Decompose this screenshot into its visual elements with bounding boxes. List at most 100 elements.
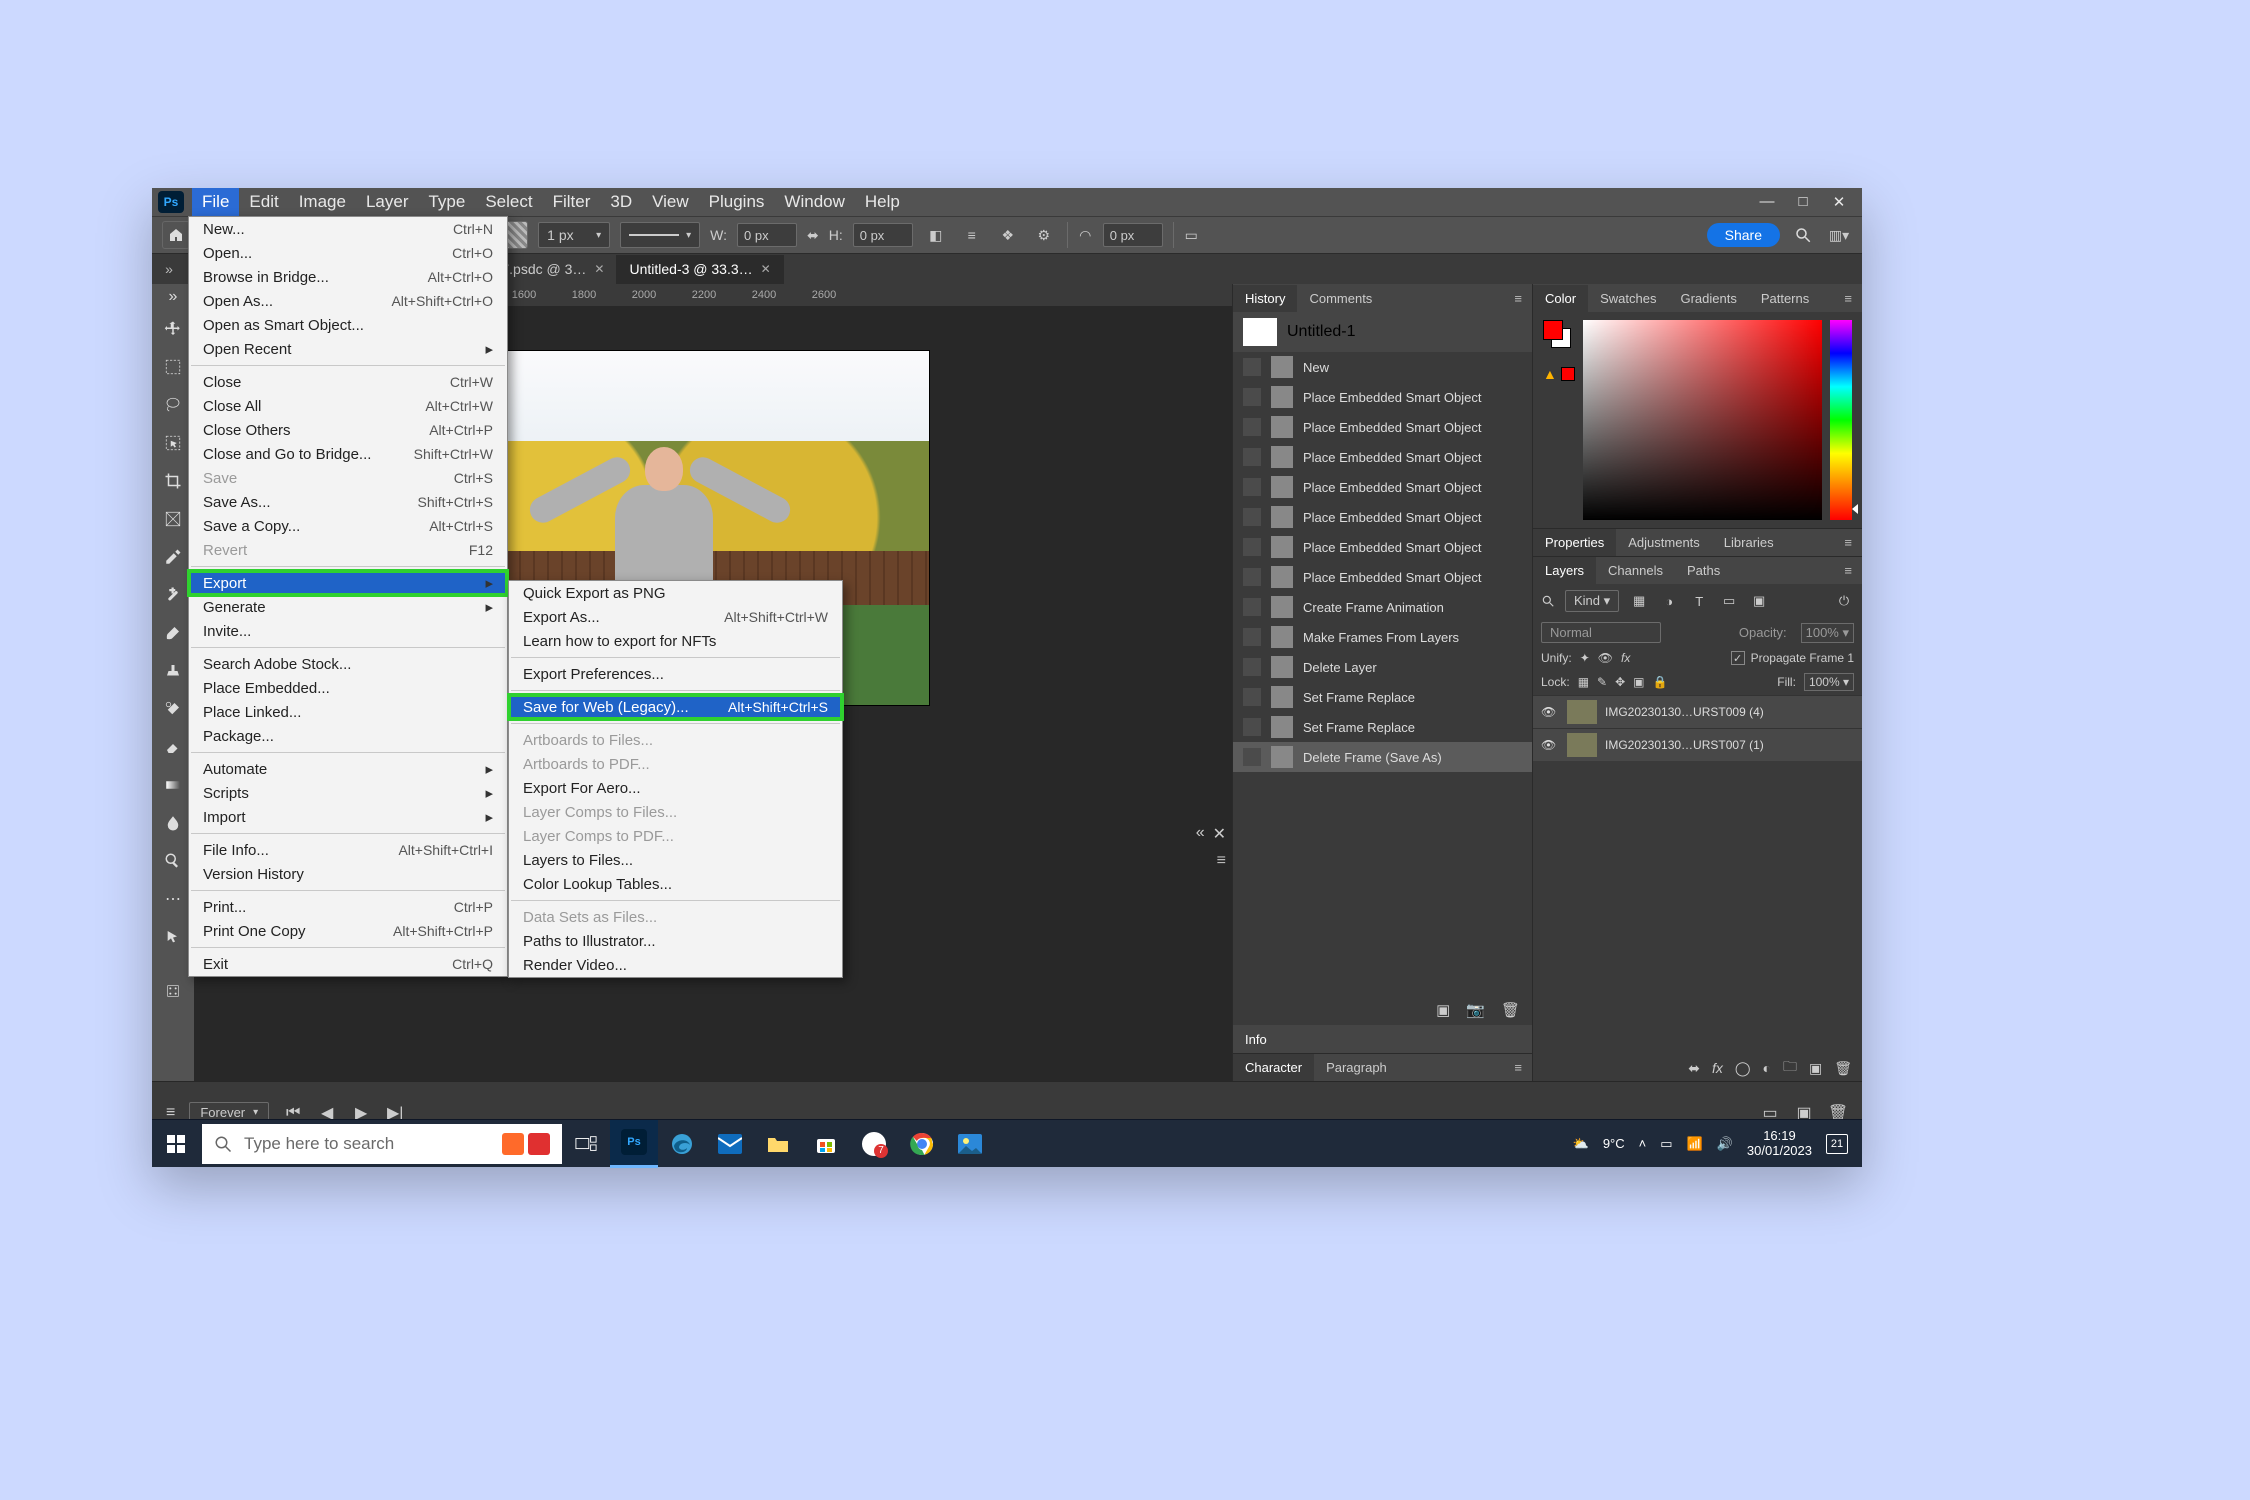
menu-item[interactable]: ExitCtrl+Q xyxy=(189,952,507,976)
battery-icon[interactable]: ▭ xyxy=(1660,1136,1672,1152)
menu-layer[interactable]: Layer xyxy=(356,188,419,216)
menu-item[interactable]: Generate▸ xyxy=(189,595,507,619)
menu-item[interactable]: Print...Ctrl+P xyxy=(189,895,507,919)
tab-character[interactable]: Character xyxy=(1233,1054,1314,1081)
filter-smart-icon[interactable]: ▣ xyxy=(1749,591,1769,611)
menu-item[interactable]: Version History xyxy=(189,862,507,886)
edit-toolbar-icon[interactable] xyxy=(158,976,188,1006)
menu-item[interactable]: Quick Export as PNG xyxy=(509,581,842,605)
move-tool-icon[interactable] xyxy=(158,314,188,344)
menu-item[interactable]: Save a Copy...Alt+Ctrl+S xyxy=(189,514,507,538)
history-step[interactable]: New xyxy=(1233,352,1532,382)
minimize-icon[interactable]: — xyxy=(1758,193,1776,211)
workspace-switcher-icon[interactable]: ▥▾ xyxy=(1826,222,1852,248)
menu-3d[interactable]: 3D xyxy=(600,188,642,216)
hue-slider[interactable] xyxy=(1830,320,1852,520)
expand-docktabs-icon[interactable]: » xyxy=(152,261,186,277)
share-button[interactable]: Share xyxy=(1707,223,1780,247)
unify-style-icon[interactable]: fx xyxy=(1621,651,1630,665)
panel-menu-icon[interactable]: ≡ xyxy=(1217,852,1226,870)
menu-window[interactable]: Window xyxy=(774,188,854,216)
align-edges-icon[interactable]: ▭ xyxy=(1173,222,1199,248)
lock-brush-icon[interactable]: ✎ xyxy=(1597,675,1607,689)
dodge-tool-icon[interactable] xyxy=(158,846,188,876)
tab-paragraph[interactable]: Paragraph xyxy=(1314,1054,1399,1081)
clone-stamp-tool-icon[interactable] xyxy=(158,656,188,686)
volume-icon[interactable]: 🔊 xyxy=(1717,1136,1733,1152)
tab-adjustments[interactable]: Adjustments xyxy=(1616,529,1712,556)
taskbar-photoshop[interactable]: Ps xyxy=(610,1120,658,1168)
taskbar-photos[interactable] xyxy=(946,1120,994,1168)
tab-properties[interactable]: Properties xyxy=(1533,529,1616,556)
menu-item[interactable]: Save As...Shift+Ctrl+S xyxy=(189,490,507,514)
eraser-tool-icon[interactable] xyxy=(158,732,188,762)
filter-toggle-icon[interactable]: ⏻ xyxy=(1834,591,1854,611)
menu-file[interactable]: File xyxy=(192,188,239,216)
menu-item[interactable]: Export As...Alt+Shift+Ctrl+W xyxy=(509,605,842,629)
weather-icon[interactable]: ⛅ xyxy=(1573,1136,1589,1152)
search-icon[interactable] xyxy=(1790,222,1816,248)
history-step[interactable]: Create Frame Animation xyxy=(1233,592,1532,622)
menu-item[interactable]: Export▸ xyxy=(189,571,507,595)
layer-row[interactable]: 👁IMG20230130…URST007 (1) xyxy=(1533,728,1862,761)
close-tab-icon[interactable]: ✕ xyxy=(761,262,771,276)
menu-item[interactable]: New...Ctrl+N xyxy=(189,217,507,241)
menu-item[interactable]: Print One CopyAlt+Shift+Ctrl+P xyxy=(189,919,507,943)
menu-item[interactable]: Paths to Illustrator... xyxy=(509,929,842,953)
delete-layer-icon[interactable]: 🗑 xyxy=(1834,1060,1852,1077)
tab-channels[interactable]: Channels xyxy=(1596,557,1675,584)
link-layers-icon[interactable]: ⬌ xyxy=(1688,1060,1700,1077)
menu-item[interactable]: CloseCtrl+W xyxy=(189,370,507,394)
arrange-icon[interactable]: ❖ xyxy=(995,222,1021,248)
history-step[interactable]: Delete Frame (Save As) xyxy=(1233,742,1532,772)
menu-item[interactable]: Browse in Bridge...Alt+Ctrl+O xyxy=(189,265,507,289)
history-step[interactable]: Set Frame Replace xyxy=(1233,712,1532,742)
history-step[interactable]: Delete Layer xyxy=(1233,652,1532,682)
history-step[interactable]: Place Embedded Smart Object xyxy=(1233,472,1532,502)
radius-field[interactable] xyxy=(1103,223,1163,247)
more-tools-icon[interactable]: ⋯ xyxy=(158,884,188,914)
link-wh-icon[interactable]: ⬌ xyxy=(807,227,819,244)
menu-item[interactable]: Layers to Files... xyxy=(509,848,842,872)
taskbar-chrome[interactable] xyxy=(898,1120,946,1168)
frame-tool-icon[interactable] xyxy=(158,504,188,534)
filter-adjust-icon[interactable]: ◑ xyxy=(1659,591,1679,611)
propagate-checkbox[interactable]: ✓ Propagate Frame 1 xyxy=(1731,651,1854,665)
taskbar-explorer[interactable] xyxy=(754,1120,802,1168)
unify-visibility-icon[interactable]: 👁 xyxy=(1598,651,1613,665)
menu-item[interactable]: Search Adobe Stock... xyxy=(189,652,507,676)
tab-layers[interactable]: Layers xyxy=(1533,557,1596,584)
menu-item[interactable]: Scripts▸ xyxy=(189,781,507,805)
tab-color[interactable]: Color xyxy=(1533,285,1588,312)
menu-select[interactable]: Select xyxy=(475,188,542,216)
unify-position-icon[interactable]: ✦ xyxy=(1580,651,1590,665)
new-layer-icon[interactable]: ▣ xyxy=(1809,1060,1822,1077)
wifi-icon[interactable]: 📶 xyxy=(1687,1136,1703,1152)
tab-paths[interactable]: Paths xyxy=(1675,557,1732,584)
gear-icon[interactable]: ⚙ xyxy=(1031,222,1057,248)
history-step[interactable]: Place Embedded Smart Object xyxy=(1233,562,1532,592)
panel-menu-icon[interactable]: ≡ xyxy=(1504,291,1532,306)
maximize-icon[interactable]: □ xyxy=(1794,193,1812,211)
visibility-icon[interactable]: 👁 xyxy=(1541,738,1559,752)
history-step[interactable]: Place Embedded Smart Object xyxy=(1233,412,1532,442)
document-tab[interactable]: Untitled-3 @ 33.3…✕ xyxy=(617,255,783,284)
menu-edit[interactable]: Edit xyxy=(239,188,288,216)
menu-item[interactable]: Package... xyxy=(189,724,507,748)
path-ops-icon[interactable]: ◧ xyxy=(923,222,949,248)
tab-gradients[interactable]: Gradients xyxy=(1668,285,1748,312)
history-step[interactable]: Make Frames From Layers xyxy=(1233,622,1532,652)
menu-item[interactable]: Close AllAlt+Ctrl+W xyxy=(189,394,507,418)
new-snapshot-icon[interactable]: ▣ xyxy=(1436,1001,1450,1019)
menu-item[interactable]: Import▸ xyxy=(189,805,507,829)
history-step[interactable]: Place Embedded Smart Object xyxy=(1233,532,1532,562)
lock-pixels-icon[interactable]: ▦ xyxy=(1578,675,1589,689)
crop-tool-icon[interactable] xyxy=(158,466,188,496)
layer-mask-icon[interactable]: ◯ xyxy=(1735,1060,1751,1077)
notifications-icon[interactable]: 21 xyxy=(1826,1134,1848,1154)
menu-item[interactable]: Color Lookup Tables... xyxy=(509,872,842,896)
menu-item[interactable]: Render Video... xyxy=(509,953,842,977)
close-icon[interactable]: ✕ xyxy=(1830,193,1848,211)
search-icon[interactable] xyxy=(1541,594,1555,608)
healing-brush-tool-icon[interactable] xyxy=(158,580,188,610)
